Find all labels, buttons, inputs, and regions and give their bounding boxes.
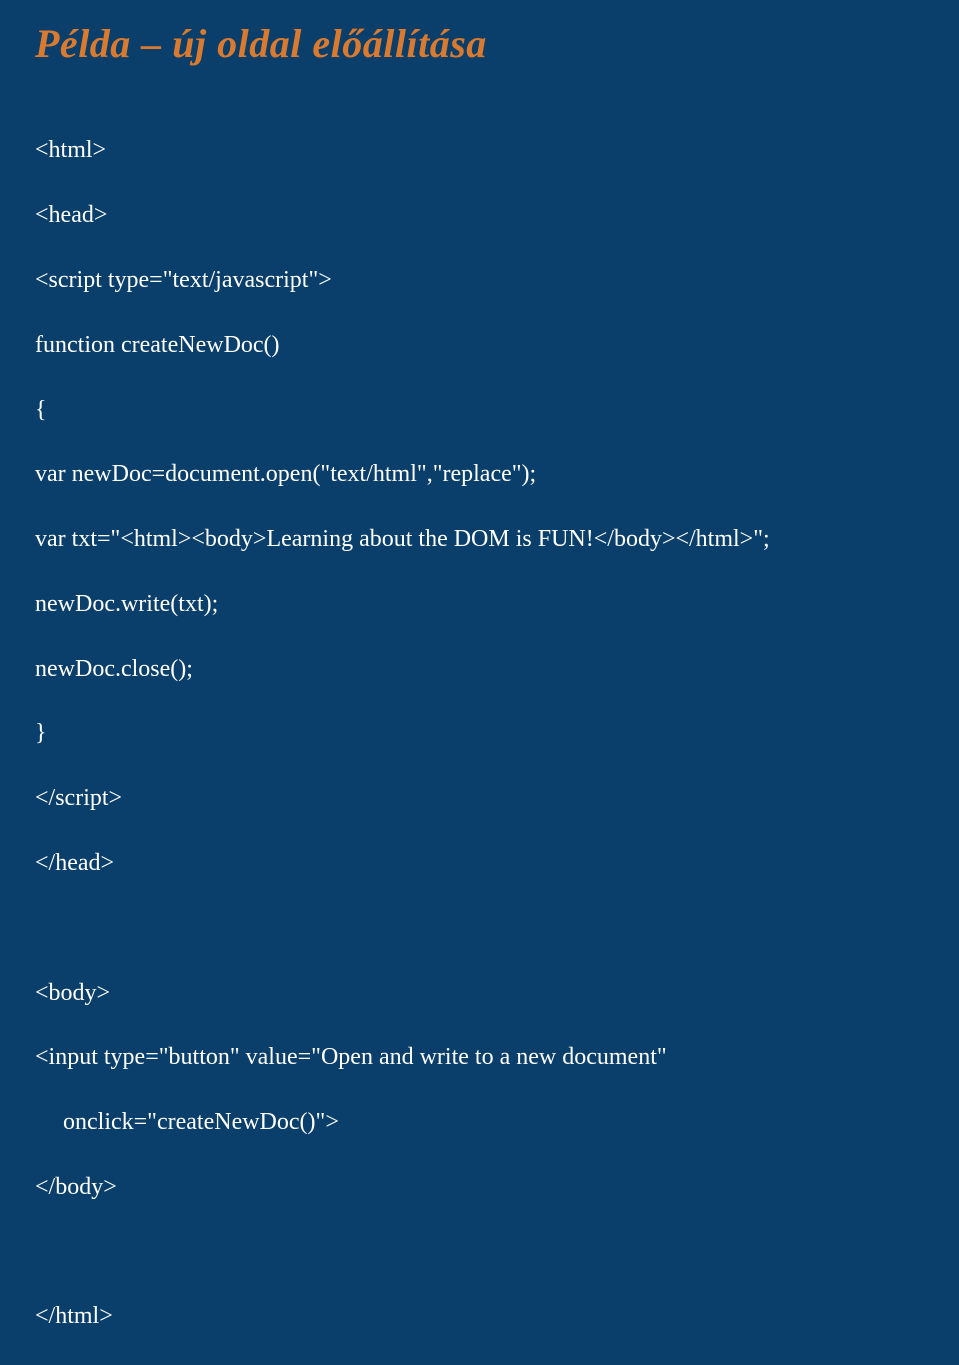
code-line: newDoc.close(); [35,653,924,685]
code-line: <input type="button" value="Open and wri… [35,1041,924,1073]
code-line: </script> [35,782,924,814]
code-line: var txt="<html><body>Learning about the … [35,523,924,555]
code-line: function createNewDoc() [35,329,924,361]
code-line: var newDoc=document.open("text/html","re… [35,458,924,490]
code-line: <body> [35,977,924,1009]
slide-title: Példa – új oldal előállítása [35,20,924,67]
code-line [35,912,924,944]
code-line: </head> [35,847,924,879]
code-line: } [35,717,924,749]
code-line: </html> [35,1300,924,1332]
code-line: onclick="createNewDoc()"> [35,1106,924,1138]
code-line: { [35,394,924,426]
code-line: <html> [35,134,924,166]
code-line: <script type="text/javascript"> [35,264,924,296]
code-line: <head> [35,199,924,231]
code-example: <html> <head> <script type="text/javascr… [35,102,924,1365]
code-line: newDoc.write(txt); [35,588,924,620]
code-line [35,1236,924,1268]
code-line: </body> [35,1171,924,1203]
